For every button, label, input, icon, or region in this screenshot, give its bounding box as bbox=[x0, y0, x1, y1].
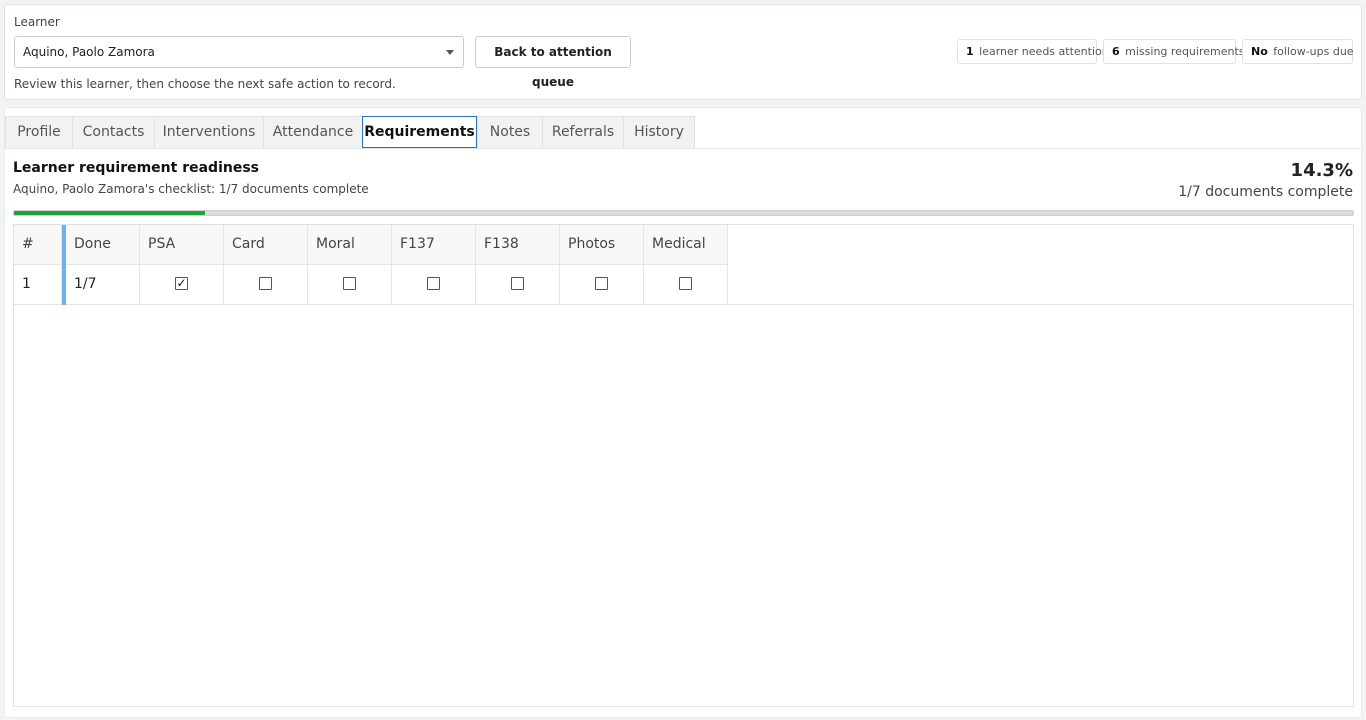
tab-requirements[interactable]: Requirements bbox=[362, 116, 477, 148]
tab-attendance[interactable]: Attendance bbox=[263, 116, 362, 149]
f137-checkbox[interactable] bbox=[427, 276, 440, 290]
medical-checkbox[interactable] bbox=[679, 276, 692, 290]
column-header-f137[interactable]: F137 bbox=[392, 225, 476, 264]
tab-profile[interactable]: Profile bbox=[5, 116, 72, 149]
card-checkbox[interactable] bbox=[259, 276, 272, 290]
f138-checkbox[interactable] bbox=[511, 276, 524, 290]
review-hint: Review this learner, then choose the nex… bbox=[14, 77, 396, 91]
tab-contacts[interactable]: Contacts bbox=[72, 116, 154, 149]
f138-cell bbox=[476, 265, 560, 304]
grid-header-row: # Done PSA Card Moral F137 F138 Photos M… bbox=[14, 225, 728, 265]
psa-cell: ✓ bbox=[140, 265, 224, 304]
tab-divider bbox=[5, 148, 1361, 149]
photos-checkbox[interactable] bbox=[595, 276, 608, 290]
column-header-moral[interactable]: Moral bbox=[308, 225, 392, 264]
readiness-progress-bar bbox=[13, 210, 1354, 216]
learner-detail-panel: Profile Contacts Interventions Attendanc… bbox=[4, 107, 1362, 718]
column-header-f138[interactable]: F138 bbox=[476, 225, 560, 264]
column-header-number[interactable]: # bbox=[14, 225, 62, 264]
card-cell bbox=[224, 265, 308, 304]
badge-count: No bbox=[1251, 45, 1268, 58]
moral-cell bbox=[308, 265, 392, 304]
medical-cell bbox=[644, 265, 728, 304]
missing-requirements-badge: 6 missing requirements bbox=[1103, 39, 1245, 64]
attention-badge: 1 learner needs attention bbox=[957, 39, 1109, 64]
column-header-photos[interactable]: Photos bbox=[560, 225, 644, 264]
readiness-progress-fill bbox=[14, 211, 206, 215]
readiness-subtitle: Aquino, Paolo Zamora's checklist: 1/7 do… bbox=[13, 182, 369, 196]
column-header-psa[interactable]: PSA bbox=[140, 225, 224, 264]
row-number: 1 bbox=[14, 265, 62, 304]
follow-ups-badge: No follow-ups due bbox=[1242, 39, 1354, 64]
tab-notes[interactable]: Notes bbox=[477, 116, 542, 149]
chevron-down-icon bbox=[446, 50, 454, 55]
learner-header-panel: Learner Aquino, Paolo Zamora Back to att… bbox=[4, 4, 1362, 100]
row-accent-bar bbox=[62, 225, 66, 305]
column-header-card[interactable]: Card bbox=[224, 225, 308, 264]
column-header-medical[interactable]: Medical bbox=[644, 225, 728, 264]
back-to-queue-button[interactable]: Back to attention queue bbox=[475, 36, 631, 89]
badge-count: 1 bbox=[966, 45, 974, 58]
requirements-grid: # Done PSA Card Moral F137 F138 Photos M… bbox=[13, 224, 1354, 707]
learner-select-value: Aquino, Paolo Zamora bbox=[23, 45, 155, 59]
f137-cell bbox=[392, 265, 476, 304]
tab-referrals[interactable]: Referrals bbox=[542, 116, 623, 149]
learner-label: Learner bbox=[14, 15, 60, 29]
row-done-count: 1/7 bbox=[66, 265, 140, 304]
column-header-done[interactable]: Done bbox=[66, 225, 140, 264]
readiness-title: Learner requirement readiness bbox=[13, 160, 260, 176]
readiness-percent: 14.3% bbox=[1290, 160, 1353, 181]
badge-text: learner needs attention bbox=[979, 45, 1109, 58]
tab-history[interactable]: History bbox=[623, 116, 695, 149]
table-row: 1 1/7 ✓ bbox=[14, 265, 1353, 305]
badge-count: 6 bbox=[1112, 45, 1120, 58]
tab-interventions[interactable]: Interventions bbox=[154, 116, 263, 149]
moral-checkbox[interactable] bbox=[343, 276, 356, 290]
badge-text: missing requirements bbox=[1125, 45, 1245, 58]
readiness-count: 1/7 documents complete bbox=[1178, 184, 1353, 200]
psa-checkbox[interactable]: ✓ bbox=[175, 276, 188, 290]
photos-cell bbox=[560, 265, 644, 304]
badge-text: follow-ups due bbox=[1273, 45, 1354, 58]
learner-select[interactable]: Aquino, Paolo Zamora bbox=[14, 36, 464, 68]
